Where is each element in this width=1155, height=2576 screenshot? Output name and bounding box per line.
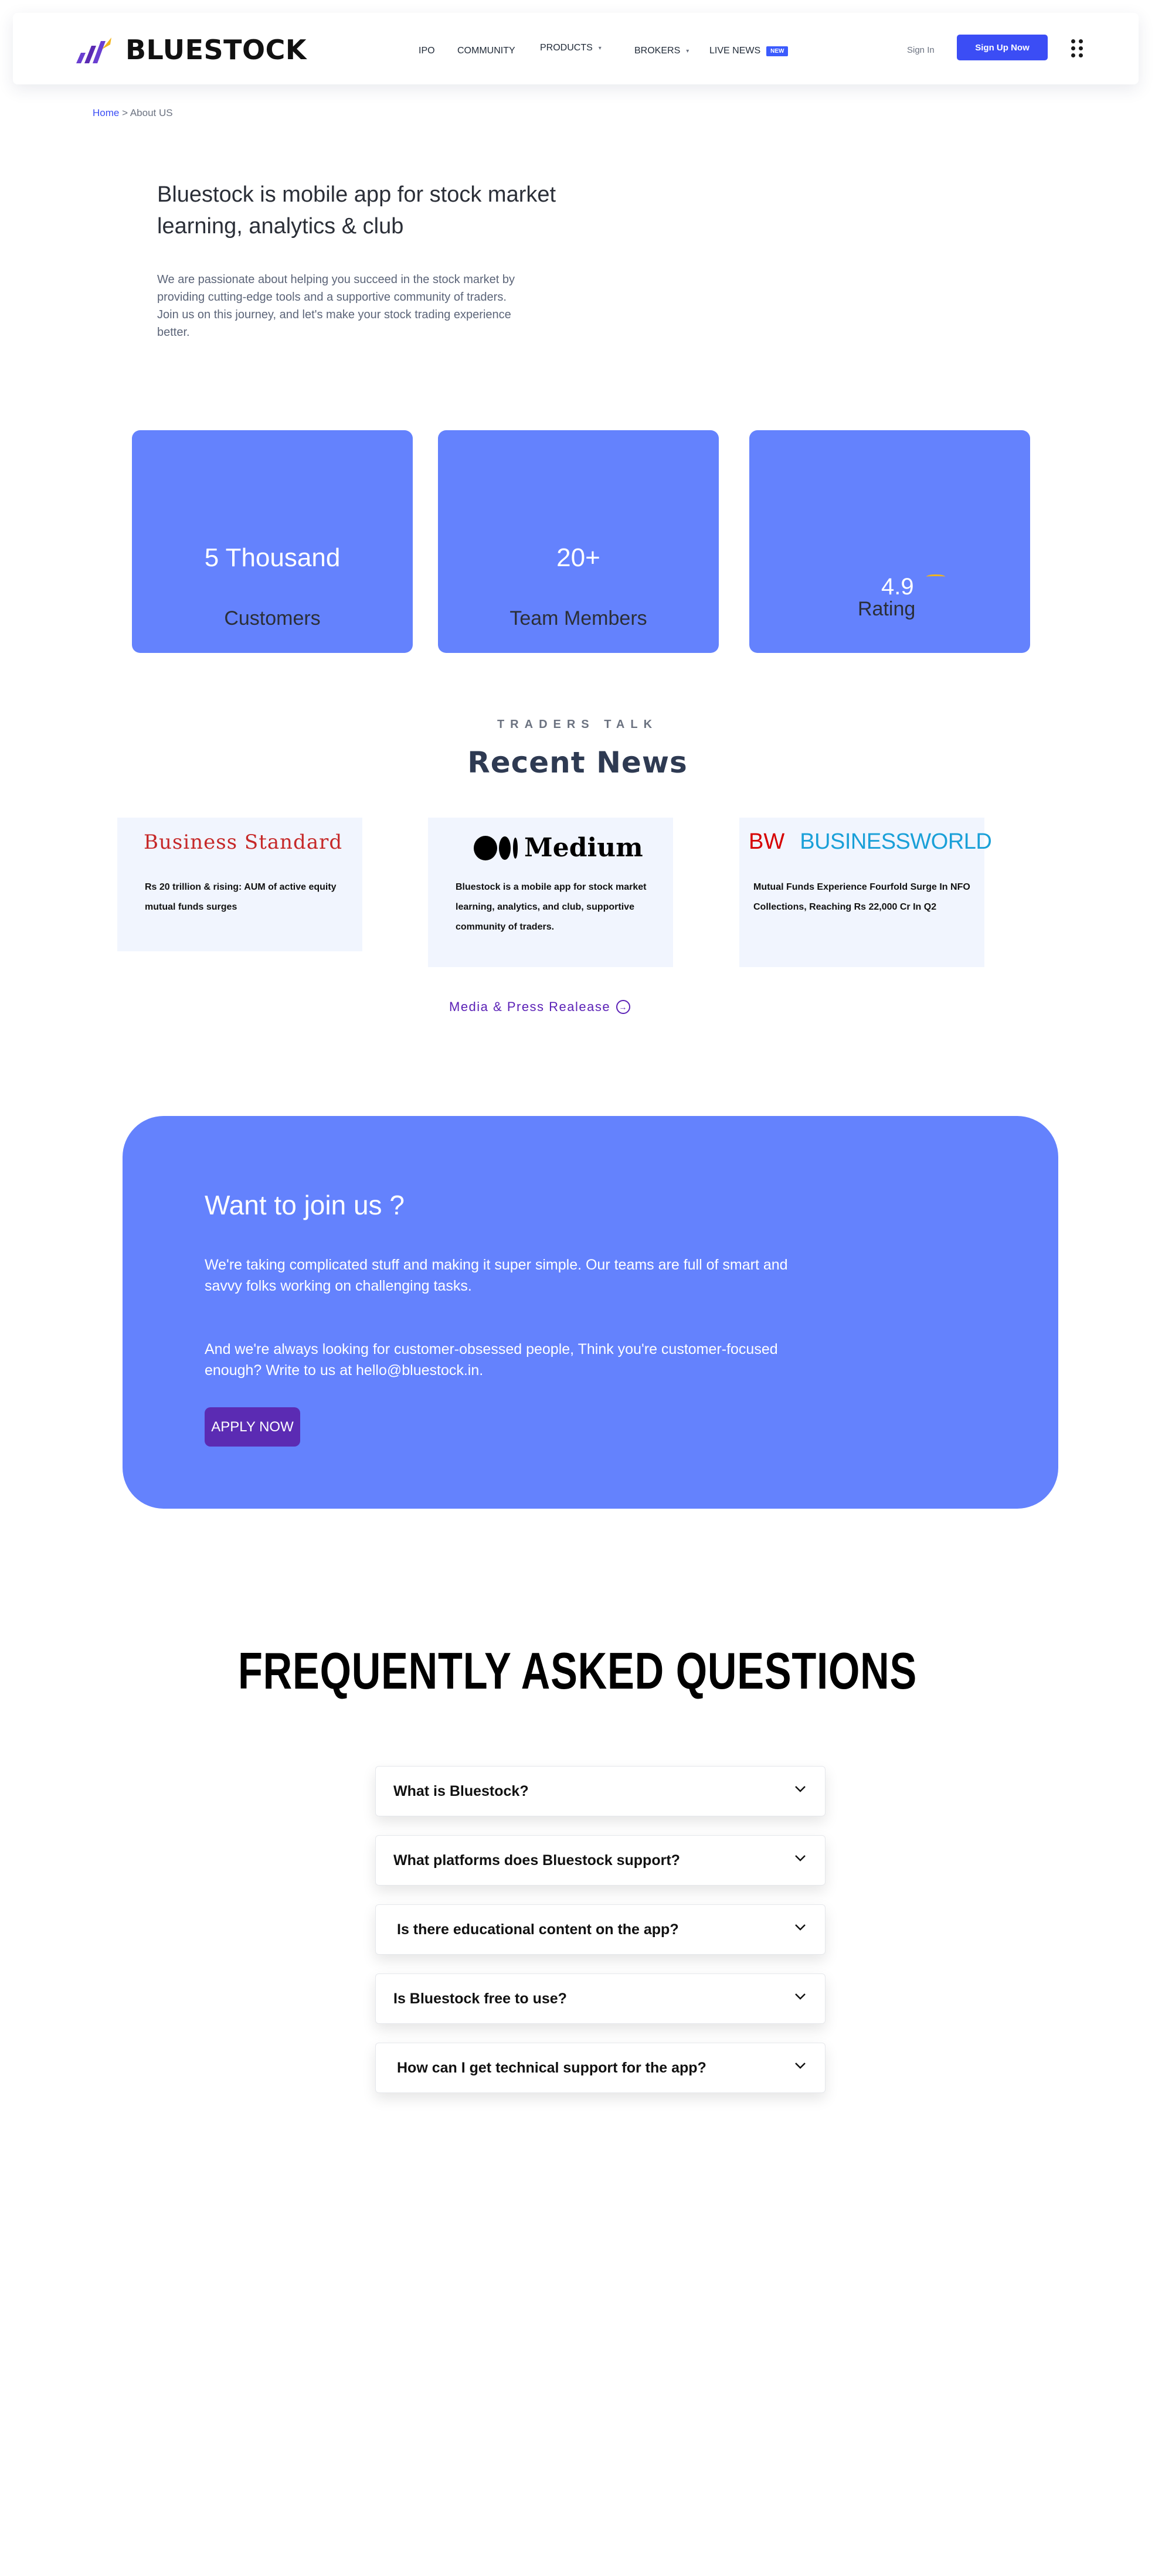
section-eyebrow: TRADERS TALK — [497, 718, 658, 731]
apps-grid-icon[interactable] — [1071, 39, 1084, 57]
brand-name: BLUESTOCK — [125, 34, 307, 66]
section-title: Recent News — [467, 746, 688, 780]
nav-brokers[interactable]: BROKERS ▾ — [634, 46, 689, 56]
arrow-right-circle-icon: → — [616, 1000, 631, 1014]
intro-text-line: We are passionate about helping you succ… — [157, 273, 515, 304]
nav-label: COMMUNITY — [457, 46, 515, 56]
brand-logo[interactable]: BLUESTOCK — [74, 34, 307, 66]
faq-question: What platforms does Bluestock support? — [393, 1852, 680, 1869]
faq-item[interactable]: Is there educational content on the app? — [375, 1904, 826, 1955]
star-icon — [926, 574, 945, 579]
bluestock-logo-icon — [76, 38, 111, 63]
nav-ipo[interactable]: IPO — [419, 46, 435, 56]
chevron-down-icon — [795, 1855, 806, 1862]
intro-text-line: Join us on this journey, and let's make … — [157, 308, 511, 339]
media-press-link[interactable]: Media & Press Realease → — [449, 999, 631, 1015]
news-headline: Bluestock is a mobile app for stock mark… — [456, 882, 647, 932]
stat-value: 5 Thousand — [204, 543, 341, 572]
join-us-section: Want to join us ? We're taking complicat… — [123, 1116, 1058, 1509]
faq-item[interactable]: How can I get technical support for the … — [375, 2043, 826, 2093]
stat-label: Team Members — [509, 607, 647, 629]
join-paragraph: And we're always looking for customer-ob… — [205, 1341, 778, 1379]
chevron-down-icon — [795, 2063, 806, 2069]
stat-card-team: 20+ Team Members — [438, 430, 719, 653]
businessworld-logo: BW BUSINESSWORLD — [749, 829, 992, 855]
medium-wordmark: Medium — [524, 833, 643, 863]
apply-now-button[interactable]: APPLY NOW — [205, 1407, 300, 1447]
stat-label: Rating — [858, 598, 916, 620]
faq-question: Is Bluestock free to use? — [393, 1990, 567, 2007]
nav-live-news[interactable]: LIVE NEWS NEW — [709, 46, 789, 56]
media-press-label: Media & Press Realease — [449, 999, 611, 1014]
faq-item[interactable]: What is Bluestock? — [375, 1766, 826, 1816]
breadcrumb: Home > About US — [93, 107, 173, 119]
business-standard-logo: Business Standard — [144, 831, 343, 854]
medium-mark-icon — [474, 835, 518, 860]
faq-question: How can I get technical support for the … — [397, 2060, 706, 2076]
stat-value: 4.9 — [881, 574, 914, 600]
nav-label: BROKERS — [634, 46, 681, 56]
chevron-down-icon — [795, 1786, 806, 1792]
stat-card-customers: 5 Thousand Customers — [132, 430, 413, 653]
breadcrumb-home[interactable]: Home — [93, 107, 119, 118]
site-header: BLUESTOCK IPO COMMUNITY PRODUCTS ▾ BROKE… — [13, 13, 1139, 84]
nav-label: IPO — [419, 46, 435, 56]
businessworld-wordmark: BUSINESSWORLD — [800, 829, 992, 854]
medium-logo: Medium — [474, 833, 643, 863]
nav-community[interactable]: COMMUNITY — [457, 46, 515, 56]
faq-title: FREQUENTLY ASKED QUESTIONS — [237, 1642, 918, 1700]
join-title: Want to join us ? — [205, 1190, 405, 1220]
new-badge: NEW — [766, 46, 789, 56]
news-card-business-standard[interactable]: Business Standard Rs 20 trillion & risin… — [117, 818, 362, 951]
news-headline: Mutual Funds Experience Fourfold Surge I… — [753, 882, 970, 912]
bw-mark: BW — [749, 829, 785, 854]
sign-in-link[interactable]: Sign In — [907, 45, 935, 55]
breadcrumb-separator: > — [122, 107, 128, 118]
nav-label: PRODUCTS — [540, 43, 593, 53]
sign-up-button[interactable]: Sign Up Now — [957, 35, 1048, 60]
chevron-down-icon — [795, 1993, 806, 2000]
page-title: Bluestock is mobile app for stock market… — [157, 182, 556, 239]
news-card-medium[interactable]: Medium Bluestock is a mobile app for sto… — [428, 818, 673, 967]
chevron-down-icon: ▾ — [686, 47, 689, 55]
news-card-businessworld[interactable]: BW BUSINESSWORLD Mutual Funds Experience… — [739, 818, 992, 967]
faq-question: What is Bluestock? — [393, 1783, 529, 1799]
nav-label: LIVE NEWS — [709, 46, 761, 56]
intro-description: We are passionate about helping you succ… — [157, 271, 521, 341]
stat-label: Customers — [224, 607, 321, 629]
chevron-down-icon: ▾ — [598, 45, 602, 52]
faq-question: Is there educational content on the app? — [397, 1921, 679, 1938]
nav-products[interactable]: PRODUCTS ▾ — [540, 43, 602, 53]
stat-value: 20+ — [556, 543, 600, 572]
faq-item[interactable]: Is Bluestock free to use? — [375, 1973, 826, 2024]
stat-card-rating: 4.9 Rating — [749, 430, 1030, 653]
breadcrumb-current: About US — [130, 107, 173, 118]
chevron-down-icon — [795, 1924, 806, 1931]
join-paragraph: We're taking complicated stuff and makin… — [205, 1257, 788, 1294]
news-headline: Rs 20 trillion & rising: AUM of active e… — [145, 882, 337, 912]
faq-item[interactable]: What platforms does Bluestock support? — [375, 1835, 826, 1886]
